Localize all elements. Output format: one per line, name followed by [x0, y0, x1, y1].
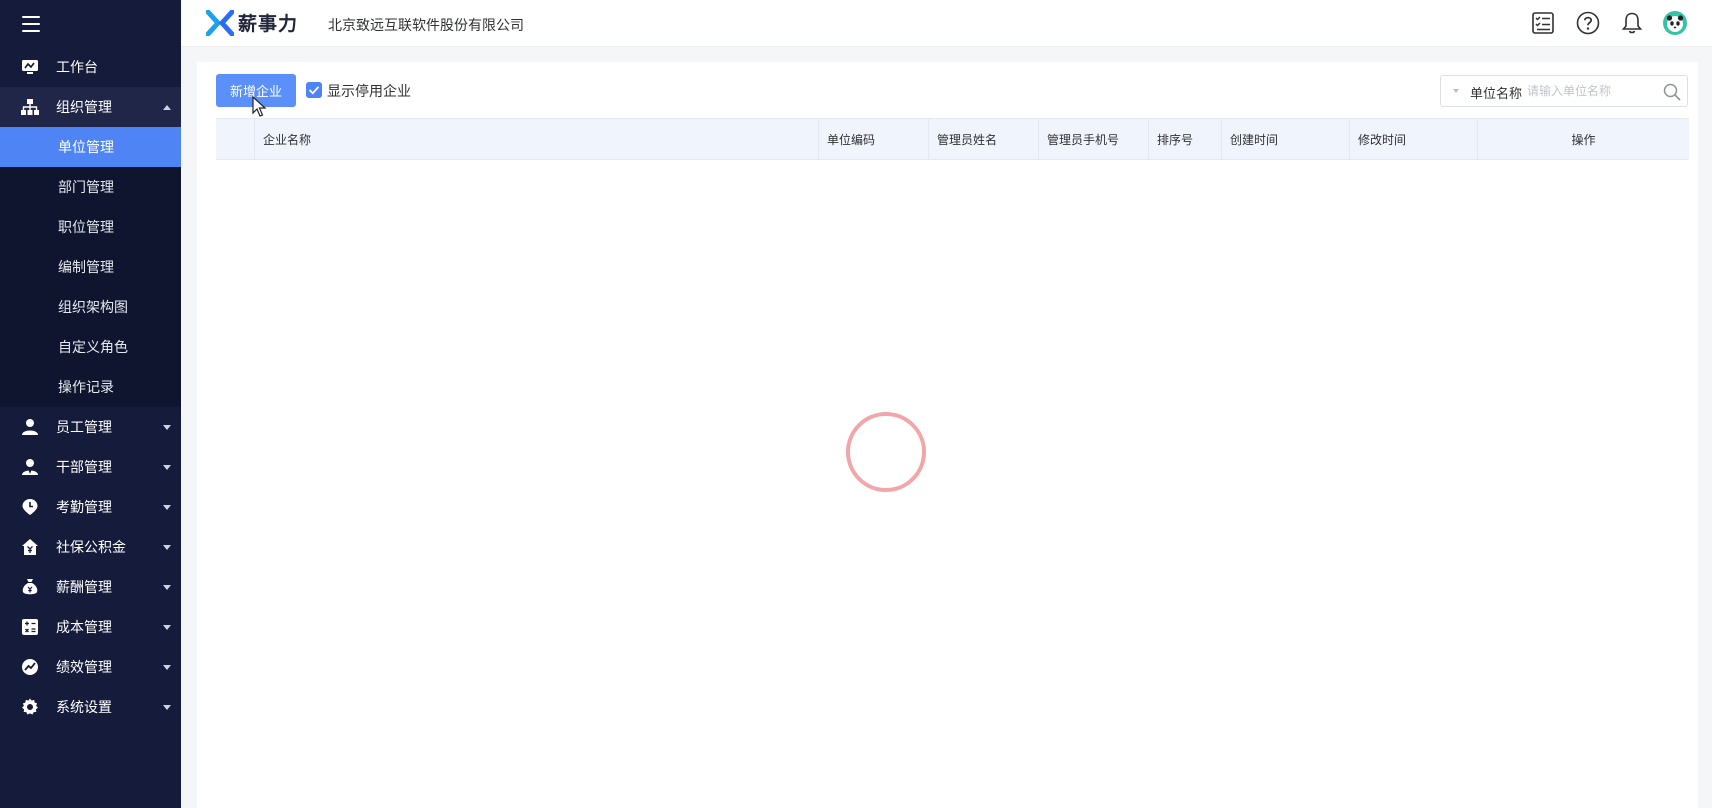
- chevron-down-icon: [163, 705, 171, 710]
- help-icon[interactable]: [1576, 11, 1600, 35]
- person-tie-icon: [22, 459, 38, 475]
- chevron-down-icon: [163, 625, 171, 630]
- company-name: 北京致远互联软件股份有限公司: [328, 18, 524, 34]
- main-content: 新增企业 显示停用企业 单位名称 企业名称 单位编码 管理员姓名 管理员手机号 …: [197, 62, 1698, 808]
- sidebar-item-label: 系统设置: [56, 700, 112, 716]
- person-icon: [22, 419, 38, 435]
- task-list-icon[interactable]: [1531, 11, 1555, 35]
- money-bag-icon: [22, 579, 38, 595]
- column-header-sort-number[interactable]: 排序号: [1148, 119, 1221, 159]
- chevron-down-icon: [163, 665, 171, 670]
- search-input[interactable]: [1527, 81, 1657, 101]
- sidebar-item-label: 考勤管理: [56, 500, 112, 516]
- submenu-item-operation-log[interactable]: 操作记录: [0, 367, 181, 407]
- sidebar-item-label: 绩效管理: [56, 660, 112, 676]
- brand-logo-icon: [206, 10, 234, 36]
- submenu-item-department-management[interactable]: 部门管理: [0, 167, 181, 207]
- column-header-modified-time[interactable]: 修改时间: [1349, 119, 1477, 159]
- submenu-item-label: 组织架构图: [58, 300, 128, 316]
- organization-submenu: 单位管理 部门管理 职位管理 编制管理 组织架构图 自定义角色 操作记录: [0, 127, 181, 407]
- chevron-down-icon: [163, 465, 171, 470]
- sidebar-item-label: 组织管理: [56, 100, 112, 116]
- submenu-item-headcount-management[interactable]: 编制管理: [0, 247, 181, 287]
- submenu-item-unit-management[interactable]: 单位管理: [0, 127, 181, 167]
- sidebar-item-settings[interactable]: 系统设置: [0, 687, 181, 727]
- sidebar-item-social-security[interactable]: 社保公积金: [0, 527, 181, 567]
- chevron-down-icon[interactable]: [1453, 89, 1459, 93]
- bell-icon[interactable]: [1620, 11, 1644, 35]
- sidebar-item-employees[interactable]: 员工管理: [0, 407, 181, 447]
- menu-toggle-icon[interactable]: [22, 16, 40, 37]
- header-bar: 薪事力 北京致远互联软件股份有限公司: [181, 0, 1712, 47]
- sidebar-item-attendance[interactable]: 考勤管理: [0, 487, 181, 527]
- location-clock-icon: [22, 499, 38, 515]
- submenu-item-org-chart[interactable]: 组织架构图: [0, 287, 181, 327]
- submenu-item-custom-roles[interactable]: 自定义角色: [0, 327, 181, 367]
- column-header-unit-code[interactable]: 单位编码: [818, 119, 928, 159]
- submenu-item-label: 单位管理: [58, 140, 114, 156]
- search-field-select[interactable]: 单位名称: [1470, 83, 1522, 102]
- sidebar-item-cost[interactable]: 成本管理: [0, 607, 181, 647]
- sidebar-item-label: 薪酬管理: [56, 580, 112, 596]
- table-header: 企业名称 单位编码 管理员姓名 管理员手机号 排序号 创建时间 修改时间 操作: [216, 118, 1689, 160]
- sidebar-item-label: 工作台: [56, 60, 98, 76]
- show-disabled-label: 显示停用企业: [327, 84, 411, 100]
- sidebar-item-organization[interactable]: 组织管理: [0, 87, 181, 127]
- calculator-icon: [22, 619, 38, 635]
- sidebar-item-cadres[interactable]: 干部管理: [0, 447, 181, 487]
- loading-spinner: [846, 412, 926, 492]
- sidebar-item-performance[interactable]: 绩效管理: [0, 647, 181, 687]
- submenu-item-label: 职位管理: [58, 220, 114, 236]
- search-icon[interactable]: [1663, 83, 1681, 101]
- column-header-created-time[interactable]: 创建时间: [1221, 119, 1349, 159]
- show-disabled-checkbox[interactable]: [306, 82, 322, 98]
- sidebar-item-label: 干部管理: [56, 460, 112, 476]
- column-header-company-name[interactable]: 企业名称: [254, 119, 818, 159]
- chevron-down-icon: [163, 505, 171, 510]
- sidebar-item-label: 社保公积金: [56, 540, 126, 556]
- column-header-admin-phone[interactable]: 管理员手机号: [1038, 119, 1148, 159]
- gear-icon: [22, 698, 38, 715]
- sidebar-item-workbench[interactable]: 工作台: [0, 47, 181, 87]
- performance-chart-icon: [22, 659, 38, 675]
- avatar[interactable]: [1663, 11, 1687, 35]
- chevron-down-icon: [163, 425, 171, 430]
- sidebar-item-label: 员工管理: [56, 420, 112, 436]
- org-tree-icon: [21, 99, 39, 115]
- sidebar: 工作台 组织管理 单位管理 部门管理 职位管理 编制管理 组织架构图 自定义角色…: [0, 0, 181, 808]
- chevron-down-icon: [163, 585, 171, 590]
- monitor-icon: [22, 60, 38, 74]
- submenu-item-label: 部门管理: [58, 180, 114, 196]
- brand-name: 薪事力: [238, 13, 299, 35]
- submenu-item-position-management[interactable]: 职位管理: [0, 207, 181, 247]
- house-yen-icon: [22, 539, 38, 555]
- column-header-actions: 操作: [1477, 119, 1689, 159]
- column-header-admin-name[interactable]: 管理员姓名: [928, 119, 1038, 159]
- submenu-item-label: 操作记录: [58, 380, 114, 396]
- sidebar-item-label: 成本管理: [56, 620, 112, 636]
- select-column-header: [216, 119, 254, 159]
- chevron-down-icon: [163, 545, 171, 550]
- sidebar-item-payroll[interactable]: 薪酬管理: [0, 567, 181, 607]
- submenu-item-label: 自定义角色: [58, 340, 128, 356]
- mouse-cursor-icon: [252, 96, 266, 117]
- submenu-item-label: 编制管理: [58, 260, 114, 276]
- search-bar: 单位名称: [1440, 75, 1688, 107]
- chevron-up-icon: [163, 105, 171, 110]
